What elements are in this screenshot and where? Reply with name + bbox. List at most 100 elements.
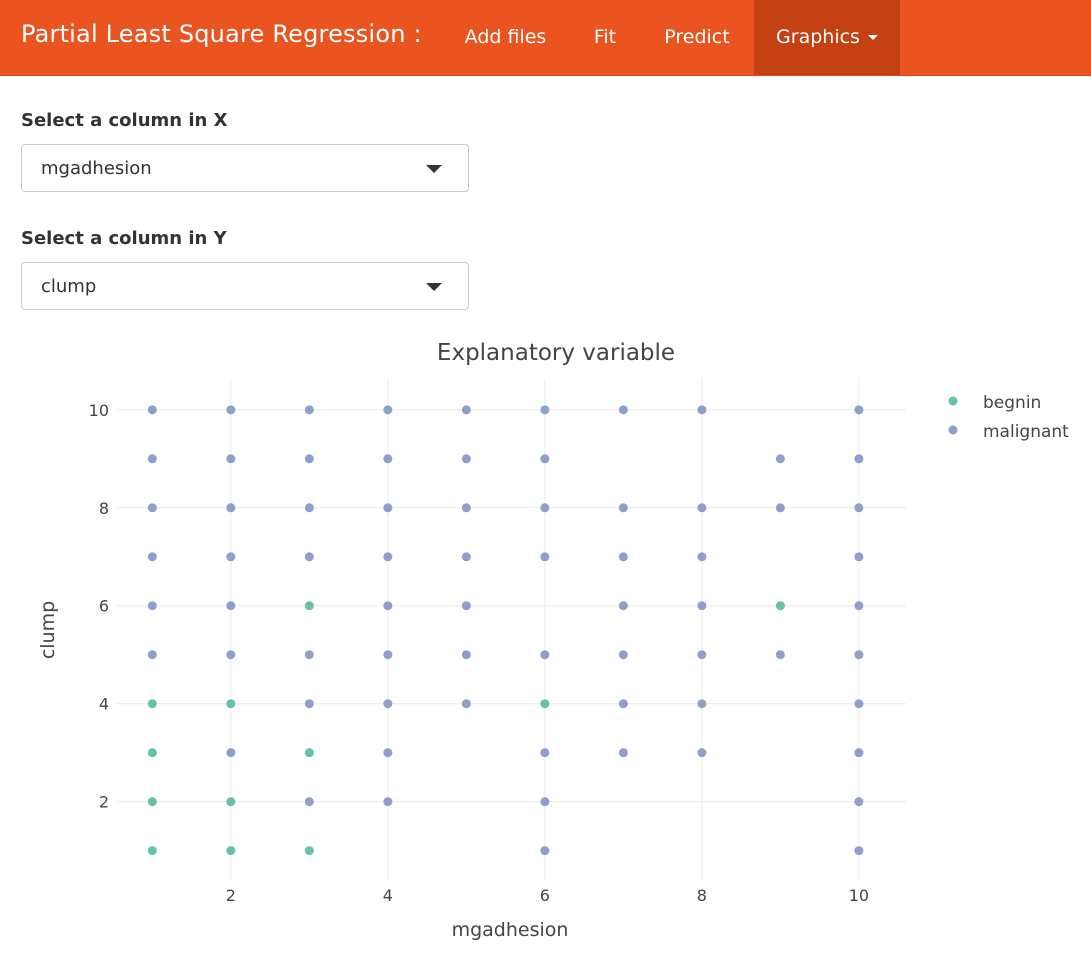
- data-point-malignant[interactable]: [775, 650, 785, 660]
- legend-item-malignant[interactable]: malignant: [948, 422, 1070, 442]
- nav-add-files[interactable]: Add files: [449, 0, 562, 75]
- data-point-malignant[interactable]: [697, 503, 707, 513]
- data-point-malignant[interactable]: [304, 454, 314, 464]
- data-point-malignant[interactable]: [697, 405, 707, 415]
- chart-legend[interactable]: begnin malignant: [948, 393, 1070, 442]
- data-point-malignant[interactable]: [383, 405, 393, 415]
- data-point-malignant[interactable]: [147, 552, 157, 562]
- data-point-malignant[interactable]: [461, 699, 471, 709]
- data-point-malignant[interactable]: [304, 650, 314, 660]
- data-point-malignant[interactable]: [618, 405, 628, 415]
- data-point-malignant[interactable]: [383, 552, 393, 562]
- data-point-malignant[interactable]: [147, 601, 157, 611]
- data-point-malignant[interactable]: [854, 846, 864, 856]
- data-point-malignant[interactable]: [540, 503, 550, 513]
- data-point-begnin[interactable]: [147, 699, 157, 709]
- y-column-select[interactable]: clump: [21, 262, 469, 310]
- data-point-malignant[interactable]: [697, 601, 707, 611]
- data-point-malignant[interactable]: [226, 454, 236, 464]
- data-point-malignant[interactable]: [383, 748, 393, 758]
- data-point-malignant[interactable]: [854, 454, 864, 464]
- data-point-begnin[interactable]: [147, 748, 157, 758]
- x-tick-label: 8: [697, 886, 707, 905]
- data-point-malignant[interactable]: [618, 601, 628, 611]
- scatter-plot: Explanatory variable 2 4 6 8 10 2 4 6 8 10 mgadh…: [37, 340, 1070, 941]
- nav-graphics-dropdown[interactable]: Graphics: [754, 0, 900, 75]
- data-point-malignant[interactable]: [461, 454, 471, 464]
- data-point-malignant[interactable]: [461, 503, 471, 513]
- data-point-begnin[interactable]: [226, 846, 236, 856]
- data-point-malignant[interactable]: [540, 797, 550, 807]
- data-point-malignant[interactable]: [304, 797, 314, 807]
- data-point-malignant[interactable]: [775, 503, 785, 513]
- data-point-malignant[interactable]: [304, 503, 314, 513]
- data-point-begnin[interactable]: [540, 699, 550, 709]
- data-point-malignant[interactable]: [226, 552, 236, 562]
- data-point-malignant[interactable]: [618, 748, 628, 758]
- data-point-malignant[interactable]: [226, 405, 236, 415]
- y-select-value: clump: [41, 276, 97, 297]
- data-point-malignant[interactable]: [697, 699, 707, 709]
- data-point-malignant[interactable]: [540, 405, 550, 415]
- data-point-malignant[interactable]: [540, 748, 550, 758]
- data-point-malignant[interactable]: [618, 503, 628, 513]
- data-point-malignant[interactable]: [147, 503, 157, 513]
- data-point-malignant[interactable]: [147, 650, 157, 660]
- data-point-malignant[interactable]: [697, 552, 707, 562]
- data-point-malignant[interactable]: [697, 748, 707, 758]
- data-point-malignant[interactable]: [304, 405, 314, 415]
- data-point-begnin[interactable]: [226, 797, 236, 807]
- data-point-malignant[interactable]: [383, 454, 393, 464]
- x-axis-ticks: 2 4 6 8 10: [226, 886, 869, 905]
- data-point-begnin[interactable]: [147, 846, 157, 856]
- legend-label-begnin: begnin: [983, 393, 1041, 413]
- data-point-malignant[interactable]: [854, 552, 864, 562]
- data-point-malignant[interactable]: [226, 601, 236, 611]
- data-point-malignant[interactable]: [461, 650, 471, 660]
- data-point-malignant[interactable]: [226, 748, 236, 758]
- data-point-malignant[interactable]: [147, 454, 157, 464]
- data-point-malignant[interactable]: [304, 552, 314, 562]
- y-select-label: Select a column in Y: [21, 228, 227, 249]
- data-point-begnin[interactable]: [226, 699, 236, 709]
- data-point-malignant[interactable]: [540, 650, 550, 660]
- data-point-begnin[interactable]: [775, 601, 785, 611]
- data-point-malignant[interactable]: [697, 650, 707, 660]
- data-point-malignant[interactable]: [147, 405, 157, 415]
- data-point-malignant[interactable]: [854, 797, 864, 807]
- data-point-begnin[interactable]: [304, 846, 314, 856]
- data-point-malignant[interactable]: [618, 650, 628, 660]
- nav-predict[interactable]: Predict: [650, 0, 744, 75]
- data-point-malignant[interactable]: [383, 699, 393, 709]
- data-point-malignant[interactable]: [461, 405, 471, 415]
- data-point-malignant[interactable]: [775, 454, 785, 464]
- data-point-malignant[interactable]: [383, 503, 393, 513]
- data-point-malignant[interactable]: [226, 503, 236, 513]
- data-point-malignant[interactable]: [618, 552, 628, 562]
- data-point-malignant[interactable]: [540, 846, 550, 856]
- data-point-malignant[interactable]: [854, 748, 864, 758]
- data-point-malignant[interactable]: [304, 699, 314, 709]
- data-point-malignant[interactable]: [383, 601, 393, 611]
- data-point-malignant[interactable]: [854, 699, 864, 709]
- y-tick-label: 8: [99, 499, 109, 518]
- legend-item-begnin[interactable]: begnin: [948, 393, 1042, 413]
- data-point-malignant[interactable]: [854, 503, 864, 513]
- data-point-malignant[interactable]: [383, 797, 393, 807]
- data-point-malignant[interactable]: [540, 552, 550, 562]
- data-point-malignant[interactable]: [540, 454, 550, 464]
- data-point-malignant[interactable]: [618, 699, 628, 709]
- data-point-malignant[interactable]: [854, 405, 864, 415]
- nav-fit[interactable]: Fit: [575, 0, 635, 75]
- data-point-begnin[interactable]: [304, 601, 314, 611]
- data-point-begnin[interactable]: [304, 748, 314, 758]
- data-point-malignant[interactable]: [854, 601, 864, 611]
- data-point-malignant[interactable]: [461, 552, 471, 562]
- data-point-malignant[interactable]: [854, 650, 864, 660]
- data-point-malignant[interactable]: [226, 650, 236, 660]
- data-point-malignant[interactable]: [383, 650, 393, 660]
- data-point-malignant[interactable]: [461, 601, 471, 611]
- x-column-select[interactable]: mgadhesion: [21, 144, 469, 192]
- data-point-begnin[interactable]: [147, 797, 157, 807]
- data-points: [147, 405, 864, 856]
